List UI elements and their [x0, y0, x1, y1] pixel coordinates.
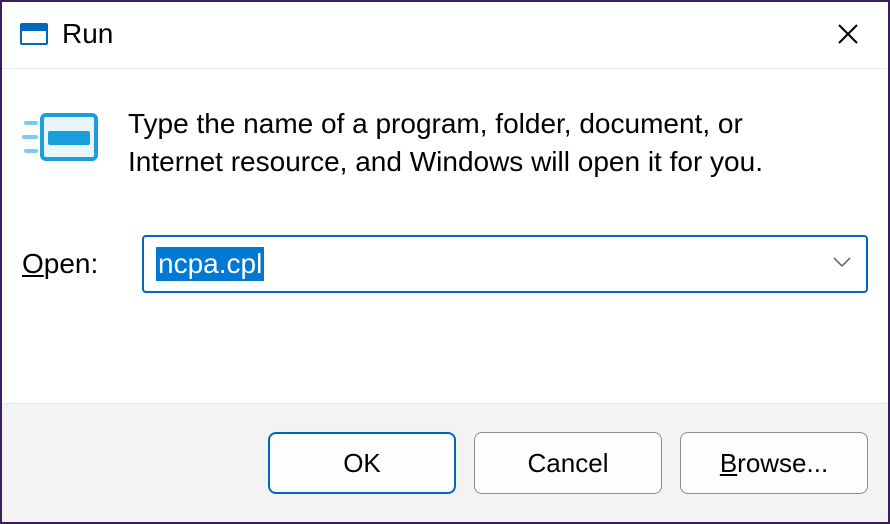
open-row: Open: ncpa.cpl [16, 235, 874, 293]
dialog-body: Type the name of a program, folder, docu… [2, 69, 888, 293]
description-text: Type the name of a program, folder, docu… [128, 105, 828, 181]
open-input[interactable] [142, 235, 868, 293]
ok-button[interactable]: OK [268, 432, 456, 494]
browse-button[interactable]: Browse... [680, 432, 868, 494]
close-button[interactable] [826, 12, 870, 56]
run-app-icon [20, 23, 48, 45]
window-title: Run [62, 18, 113, 50]
open-label: Open: [22, 248, 142, 280]
close-icon [836, 22, 860, 46]
button-footer: OK Cancel Browse... [2, 403, 888, 522]
titlebar: Run [2, 2, 888, 69]
run-dialog-icon [22, 111, 100, 174]
info-row: Type the name of a program, folder, docu… [16, 105, 874, 181]
open-combobox[interactable]: ncpa.cpl [142, 235, 868, 293]
cancel-button[interactable]: Cancel [474, 432, 662, 494]
